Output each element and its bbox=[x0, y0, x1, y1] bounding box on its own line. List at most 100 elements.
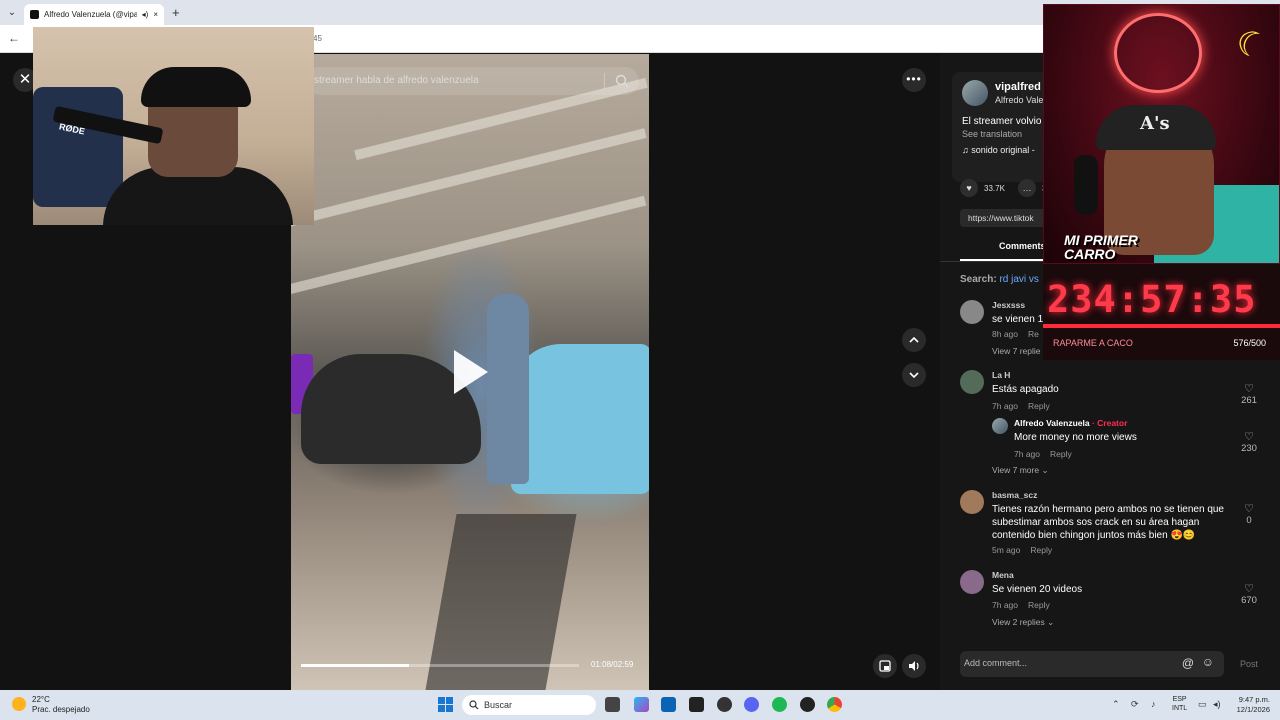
comment-user[interactable]: La H bbox=[992, 370, 1010, 380]
spotify-icon[interactable] bbox=[772, 697, 787, 712]
comment-time: 7h ago bbox=[992, 401, 1018, 411]
comment-user[interactable]: Jesxsss bbox=[992, 300, 1025, 310]
comment-input[interactable]: Add comment... @ ☺ bbox=[960, 651, 1224, 677]
tray-sync-icon[interactable]: ⟳ bbox=[1131, 699, 1139, 710]
timer-value: 234:57:35 bbox=[1047, 278, 1257, 321]
tray-display-icon[interactable]: ▭ bbox=[1198, 699, 1207, 710]
more-options-icon[interactable]: ••• bbox=[902, 68, 926, 92]
store-icon[interactable] bbox=[661, 697, 676, 712]
search-divider bbox=[604, 73, 605, 89]
next-video-button[interactable] bbox=[902, 363, 926, 387]
comment-user[interactable]: Alfredo Valenzuela · Creator bbox=[1014, 418, 1127, 428]
search-icon[interactable] bbox=[615, 74, 629, 88]
comment-like[interactable]: ♡ 230 bbox=[1238, 430, 1260, 454]
comment-text: Estás apagado bbox=[992, 384, 1059, 395]
mention-icon[interactable]: @ bbox=[1182, 656, 1194, 670]
comment-meta: 7h ago Reply bbox=[992, 401, 1050, 411]
tiktok-favicon-icon bbox=[30, 10, 39, 19]
tray-volume-icon[interactable]: ◂) bbox=[1213, 699, 1221, 710]
url-text[interactable]: 45 bbox=[313, 34, 322, 43]
play-icon[interactable] bbox=[454, 350, 488, 394]
reply-button[interactable]: Reply bbox=[1028, 401, 1050, 411]
chrome-icon[interactable] bbox=[827, 697, 842, 712]
copilot-icon[interactable] bbox=[634, 697, 649, 712]
avatar[interactable] bbox=[962, 80, 988, 106]
creator-name[interactable]: Alfredo Valenzuela bbox=[1014, 418, 1090, 428]
tray-mic-icon[interactable]: ♪ bbox=[1151, 699, 1156, 709]
music-link[interactable]: ♫ sonido original - bbox=[962, 145, 1035, 155]
comment-placeholder[interactable]: Add comment... bbox=[964, 658, 1027, 668]
view-more-replies-button[interactable]: View 7 more ⌄ bbox=[992, 465, 1049, 476]
discord-icon[interactable] bbox=[744, 697, 759, 712]
tab-close-icon[interactable]: × bbox=[153, 10, 158, 19]
comment-like[interactable]: ♡ 670 bbox=[1238, 582, 1260, 606]
new-tab-button[interactable]: + bbox=[172, 5, 180, 20]
view-replies-button[interactable]: View 2 replies ⌄ bbox=[992, 617, 1054, 628]
timer-goal-label: RAPARME A CACO bbox=[1053, 338, 1133, 348]
comment-text: Se vienen 20 videos bbox=[992, 584, 1083, 595]
search-term[interactable]: rd javi vs bbox=[999, 274, 1038, 285]
tray-chevron-up-icon[interactable]: ⌃ bbox=[1112, 699, 1120, 710]
reply-button[interactable]: Reply bbox=[1050, 449, 1072, 459]
lang-line1: ESP bbox=[1172, 696, 1187, 703]
author-handle[interactable]: vipalfred bbox=[995, 81, 1041, 93]
comment-like[interactable]: ♡ 261 bbox=[1238, 382, 1260, 406]
browser-tab[interactable]: Alfredo Valenzuela (@vipal ◂) × bbox=[24, 4, 164, 25]
app-icon[interactable] bbox=[800, 697, 815, 712]
floating-player-button[interactable] bbox=[873, 654, 897, 678]
comment-meta: 8h ago Re bbox=[992, 329, 1039, 339]
taskbar-search[interactable]: Buscar bbox=[462, 695, 596, 715]
windows-start-icon[interactable] bbox=[438, 697, 453, 712]
volume-button[interactable] bbox=[902, 654, 926, 678]
webcam-left: RØDE bbox=[33, 27, 314, 225]
avatar[interactable] bbox=[992, 418, 1008, 434]
chevron-down-icon bbox=[909, 372, 919, 379]
reply-item: Alfredo Valenzuela · Creator More money … bbox=[992, 418, 1270, 468]
heart-outline-icon: ♡ bbox=[1244, 503, 1254, 515]
weather-sun-icon[interactable] bbox=[12, 697, 26, 711]
search-suggestion[interactable]: Search: rd javi vs bbox=[960, 274, 1039, 285]
like-count: 0 bbox=[1246, 515, 1252, 526]
comment-time: 7h ago bbox=[1014, 449, 1040, 459]
comment-like[interactable]: ♡ 0 bbox=[1238, 502, 1260, 526]
webcam-right: ☾ A's MI PRIMER CARRO bbox=[1043, 4, 1280, 264]
taskbar-clock[interactable]: 9:47 p.m. 12/1/2026 bbox=[1230, 695, 1270, 715]
tab-comments[interactable]: Comments bbox=[999, 241, 1046, 251]
language-indicator[interactable]: ESP INTL bbox=[1172, 695, 1187, 713]
video-progress-bar[interactable] bbox=[301, 664, 579, 667]
video-player[interactable]: 01:08/02:59 bbox=[291, 54, 649, 690]
comment-user[interactable]: basma_scz bbox=[992, 490, 1037, 500]
cap-logo: A's bbox=[1140, 113, 1170, 134]
author-name[interactable]: Alfredo Vale bbox=[995, 95, 1043, 105]
avatar[interactable] bbox=[960, 570, 984, 594]
see-translation-link[interactable]: See translation bbox=[962, 129, 1022, 139]
like-button[interactable]: ♥ 33.7K bbox=[960, 179, 1005, 197]
task-view-icon[interactable] bbox=[605, 697, 620, 712]
back-arrow-icon[interactable]: ← bbox=[8, 31, 20, 45]
avatar[interactable] bbox=[960, 490, 984, 514]
post-button[interactable]: Post bbox=[1240, 659, 1258, 669]
reply-button[interactable]: Reply bbox=[1030, 545, 1052, 555]
taskbar-search-text[interactable]: Buscar bbox=[484, 700, 512, 710]
video-search-bar[interactable]: streamer habla de alfredo valenzuela bbox=[306, 67, 639, 95]
tab-search-chevron-icon[interactable]: ⌄ bbox=[0, 7, 24, 18]
comment-user[interactable]: Mena bbox=[992, 570, 1014, 580]
avatar[interactable] bbox=[960, 300, 984, 324]
man-figure bbox=[487, 294, 529, 484]
neon-logo-icon bbox=[1114, 13, 1202, 93]
reply-button[interactable]: Reply bbox=[1028, 600, 1050, 610]
weather-temp[interactable]: 22°C bbox=[32, 695, 50, 704]
speaker-icon[interactable]: ◂) bbox=[142, 10, 149, 19]
emoji-icon[interactable]: ☺ bbox=[1202, 655, 1214, 669]
chevron-up-icon bbox=[909, 336, 919, 343]
capcut-icon[interactable] bbox=[689, 697, 704, 712]
view-replies-button[interactable]: View 7 replie bbox=[992, 346, 1041, 356]
avatar[interactable] bbox=[960, 370, 984, 394]
obs-icon[interactable] bbox=[717, 697, 732, 712]
reply-button[interactable]: Re bbox=[1028, 329, 1039, 339]
video-search-text[interactable]: streamer habla de alfredo valenzuela bbox=[314, 75, 479, 86]
weather-desc[interactable]: Prac. despejado bbox=[32, 705, 90, 714]
comment-text: Tienes razón hermano pero ambos no se ti… bbox=[992, 504, 1224, 541]
like-count: 230 bbox=[1241, 443, 1257, 454]
previous-video-button[interactable] bbox=[902, 328, 926, 352]
